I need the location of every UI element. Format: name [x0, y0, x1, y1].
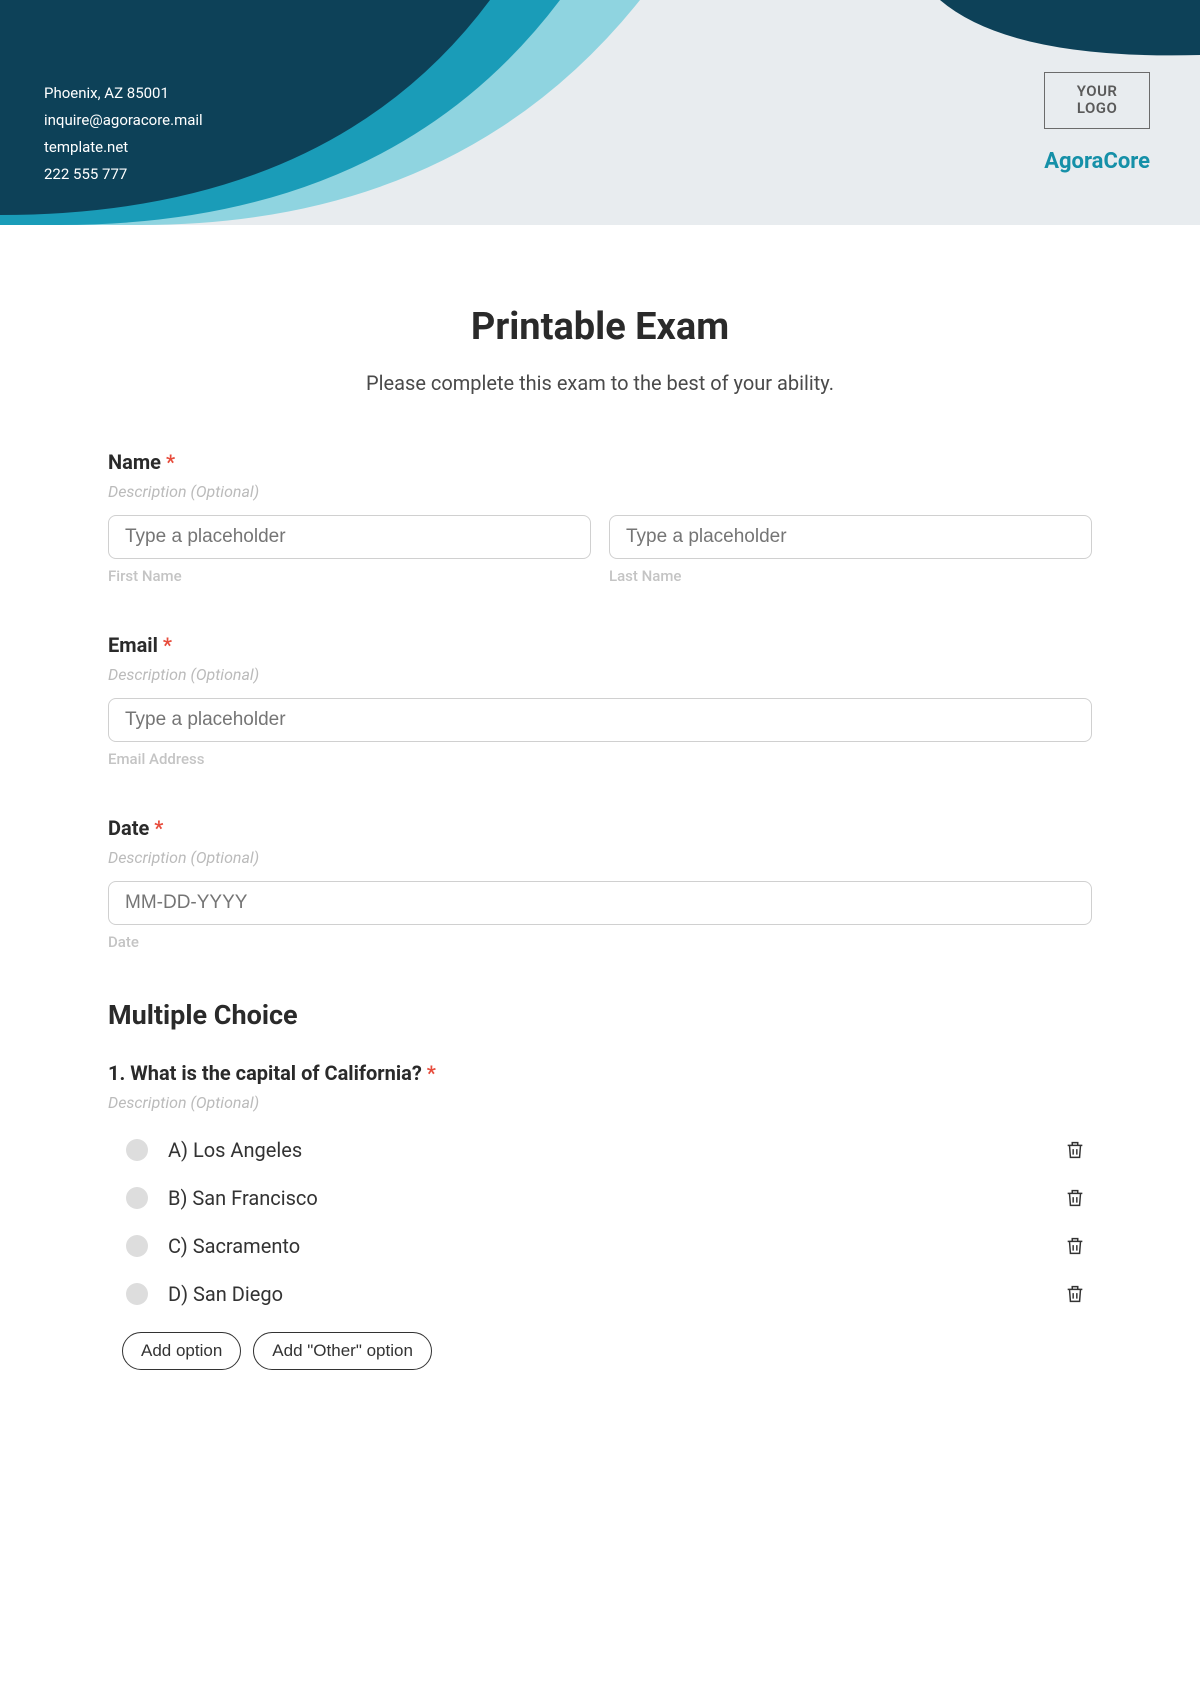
multiple-choice-heading: Multiple Choice: [108, 999, 1092, 1031]
contact-info: Phoenix, AZ 85001 inquire@agoracore.mail…: [44, 80, 203, 188]
form-content: Printable Exam Please complete this exam…: [0, 225, 1200, 1458]
option-text: D) San Diego: [168, 1282, 1064, 1306]
option-row[interactable]: B) San Francisco: [108, 1174, 1092, 1222]
phone-line: 222 555 777: [44, 161, 203, 188]
question-1: 1. What is the capital of California? * …: [108, 1061, 1092, 1370]
radio-icon[interactable]: [126, 1283, 148, 1305]
email-description[interactable]: Description (Optional): [108, 665, 1092, 684]
email-input[interactable]: [108, 698, 1092, 742]
date-input[interactable]: [108, 881, 1092, 925]
email-sublabel: Email Address: [108, 750, 1092, 768]
address-line: Phoenix, AZ 85001: [44, 80, 203, 107]
date-sublabel: Date: [108, 933, 1092, 951]
form-title: Printable Exam: [108, 305, 1092, 349]
option-row[interactable]: D) San Diego: [108, 1270, 1092, 1318]
form-subtitle: Please complete this exam to the best of…: [108, 371, 1092, 395]
name-field: Name * Description (Optional) First Name…: [108, 450, 1092, 585]
question-1-text: 1. What is the capital of California? *: [108, 1061, 1092, 1085]
trash-icon[interactable]: [1064, 1187, 1086, 1209]
website-line: template.net: [44, 134, 203, 161]
name-description[interactable]: Description (Optional): [108, 482, 1092, 501]
email-field: Email * Description (Optional) Email Add…: [108, 633, 1092, 768]
option-text: C) Sacramento: [168, 1234, 1064, 1258]
last-name-sublabel: Last Name: [609, 567, 1092, 585]
logo-placeholder: YOUR LOGO: [1044, 72, 1150, 129]
add-option-button[interactable]: Add option: [122, 1332, 241, 1370]
email-line: inquire@agoracore.mail: [44, 107, 203, 134]
question-1-options: A) Los Angeles B) San Francisco C) Sacra…: [108, 1126, 1092, 1318]
trash-icon[interactable]: [1064, 1139, 1086, 1161]
option-row[interactable]: C) Sacramento: [108, 1222, 1092, 1270]
radio-icon[interactable]: [126, 1139, 148, 1161]
first-name-sublabel: First Name: [108, 567, 591, 585]
last-name-input[interactable]: [609, 515, 1092, 559]
logo-area: YOUR LOGO AgoraCore: [1044, 72, 1150, 174]
trash-icon[interactable]: [1064, 1283, 1086, 1305]
brand-name: AgoraCore: [1044, 149, 1150, 174]
trash-icon[interactable]: [1064, 1235, 1086, 1257]
email-label: Email *: [108, 633, 1092, 657]
first-name-input[interactable]: [108, 515, 591, 559]
option-text: A) Los Angeles: [168, 1138, 1064, 1162]
option-text: B) San Francisco: [168, 1186, 1064, 1210]
option-row[interactable]: A) Los Angeles: [108, 1126, 1092, 1174]
header-banner: Phoenix, AZ 85001 inquire@agoracore.mail…: [0, 0, 1200, 225]
question-1-description[interactable]: Description (Optional): [108, 1093, 1092, 1112]
date-description[interactable]: Description (Optional): [108, 848, 1092, 867]
date-field: Date * Description (Optional) Date: [108, 816, 1092, 951]
radio-icon[interactable]: [126, 1187, 148, 1209]
radio-icon[interactable]: [126, 1235, 148, 1257]
add-other-option-button[interactable]: Add "Other" option: [253, 1332, 432, 1370]
name-label: Name *: [108, 450, 1092, 474]
date-label: Date *: [108, 816, 1092, 840]
